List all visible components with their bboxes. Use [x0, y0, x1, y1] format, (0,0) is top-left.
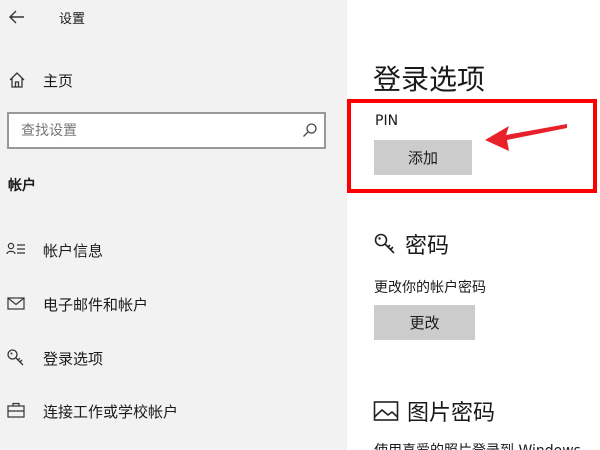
window-title: 设置	[59, 12, 86, 27]
sidebar-item-label: 帐户信息	[43, 242, 104, 260]
picture-password-heading-text: 图片密码	[407, 401, 496, 426]
back-button[interactable]	[6, 6, 28, 28]
title-bar: 设置	[0, 0, 347, 34]
sidebar-item-email[interactable]: 电子邮件和帐户	[0, 286, 347, 320]
key-icon	[374, 233, 395, 254]
sidebar-item-label: 登录选项	[43, 350, 104, 368]
sidebar-item-sign-in-options[interactable]: 登录选项	[0, 340, 347, 374]
settings-window: 设置 主页 帐户 帐户信息	[0, 0, 600, 450]
back-arrow-icon	[9, 10, 24, 24]
main-content: 登录选项 PIN 添加 密码 更改你的帐户密码 更改 图片密码 使用喜爱的照片登…	[347, 0, 600, 450]
change-password-button[interactable]: 更改	[374, 305, 475, 340]
annotation-arrow-icon	[485, 124, 567, 151]
briefcase-icon	[7, 402, 25, 418]
sidebar-item-account-info[interactable]: 帐户信息	[0, 232, 347, 266]
password-heading: 密码	[373, 228, 449, 260]
add-pin-button[interactable]: 添加	[374, 140, 472, 175]
account-info-icon	[6, 242, 25, 255]
home-icon	[9, 72, 25, 88]
picture-password-description: 使用喜爱的照片登录到 Windows	[374, 440, 581, 450]
search-input[interactable]	[9, 114, 294, 147]
sidebar-item-work-school[interactable]: 连接工作或学校帐户	[0, 393, 347, 427]
search-icon[interactable]	[302, 122, 318, 138]
sidebar-item-label: 电子邮件和帐户	[43, 296, 149, 314]
picture-password-heading: 图片密码	[373, 395, 495, 427]
sidebar: 设置 主页 帐户 帐户信息	[0, 0, 347, 450]
password-heading-text: 密码	[405, 234, 450, 259]
sidebar-item-home[interactable]: 主页	[0, 64, 347, 96]
page-title: 登录选项	[373, 63, 486, 96]
pin-label: PIN	[375, 113, 399, 129]
key-icon	[7, 349, 24, 366]
home-label: 主页	[43, 72, 74, 90]
sidebar-item-label: 连接工作或学校帐户	[43, 403, 179, 421]
mail-icon	[7, 297, 25, 310]
section-label-accounts: 帐户	[8, 178, 36, 194]
password-description: 更改你的帐户密码	[374, 280, 486, 296]
search-box[interactable]	[7, 112, 326, 149]
picture-icon	[373, 401, 399, 421]
